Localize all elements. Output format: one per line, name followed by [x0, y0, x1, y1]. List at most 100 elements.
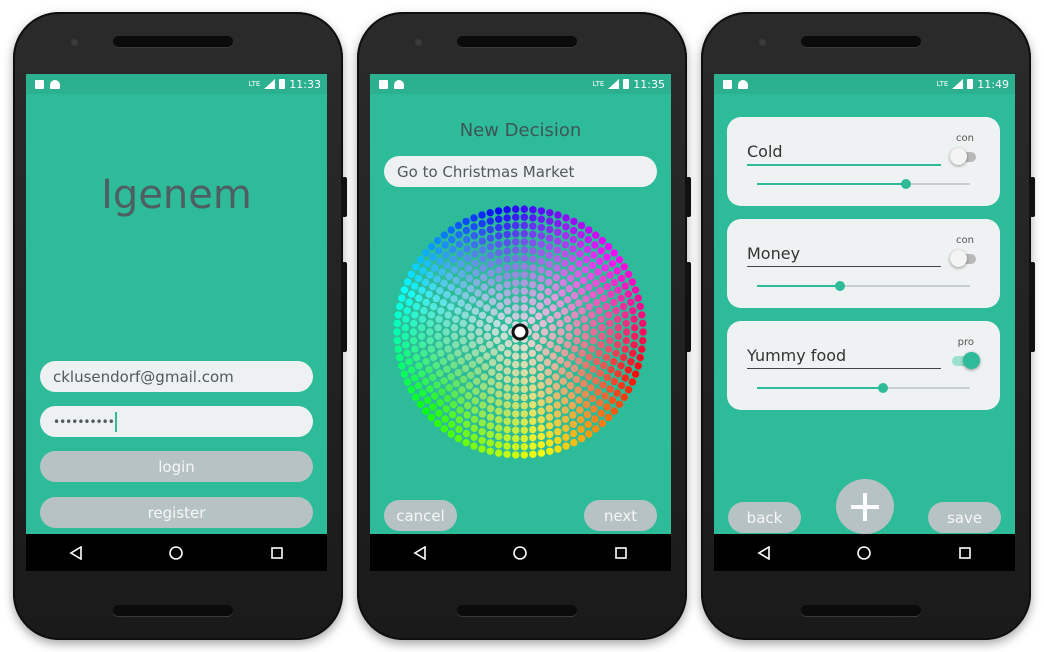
- color-swatch[interactable]: [539, 336, 547, 345]
- color-swatch[interactable]: [486, 439, 494, 447]
- color-swatch[interactable]: [440, 425, 448, 433]
- color-swatch[interactable]: [592, 377, 600, 385]
- color-swatch[interactable]: [495, 372, 503, 381]
- color-swatch[interactable]: [537, 372, 545, 381]
- color-swatch[interactable]: [543, 297, 552, 306]
- color-swatch[interactable]: [443, 336, 451, 345]
- color-swatch[interactable]: [462, 438, 470, 447]
- color-swatch[interactable]: [488, 297, 497, 306]
- color-swatch[interactable]: [536, 292, 545, 301]
- color-swatch[interactable]: [454, 368, 462, 377]
- color-swatch[interactable]: [569, 236, 577, 244]
- color-swatch[interactable]: [450, 361, 458, 369]
- color-swatch[interactable]: [421, 278, 430, 287]
- color-swatch[interactable]: [554, 428, 562, 436]
- cancel-button[interactable]: cancel: [384, 500, 457, 531]
- color-swatch[interactable]: [463, 236, 471, 244]
- color-swatch[interactable]: [497, 344, 505, 352]
- color-swatch[interactable]: [456, 406, 464, 414]
- color-swatch[interactable]: [493, 319, 501, 328]
- color-swatch[interactable]: [458, 386, 466, 394]
- color-swatch[interactable]: [606, 271, 614, 279]
- color-swatch[interactable]: [487, 396, 495, 404]
- color-swatch[interactable]: [590, 328, 598, 336]
- color-swatch[interactable]: [520, 312, 528, 320]
- color-swatch[interactable]: [630, 315, 638, 323]
- color-swatch[interactable]: [571, 345, 579, 353]
- color-swatch[interactable]: [512, 434, 520, 443]
- color-swatch[interactable]: [588, 345, 596, 353]
- color-swatch[interactable]: [503, 375, 511, 384]
- color-swatch[interactable]: [627, 298, 635, 306]
- color-swatch[interactable]: [503, 358, 512, 366]
- color-swatch[interactable]: [490, 308, 498, 316]
- color-swatch[interactable]: [512, 246, 520, 254]
- color-swatch[interactable]: [486, 422, 495, 430]
- color-swatch[interactable]: [610, 249, 618, 257]
- color-swatch[interactable]: [537, 381, 545, 390]
- color-swatch[interactable]: [459, 280, 468, 289]
- color-swatch[interactable]: [464, 303, 472, 311]
- color-swatch[interactable]: [467, 285, 475, 293]
- color-swatch[interactable]: [615, 256, 624, 264]
- color-swatch[interactable]: [553, 401, 561, 409]
- color-swatch[interactable]: [503, 247, 511, 255]
- color-swatch[interactable]: [606, 385, 614, 393]
- color-swatch[interactable]: [512, 369, 520, 377]
- color-swatch[interactable]: [422, 298, 430, 307]
- color-swatch[interactable]: [419, 267, 427, 275]
- color-swatch[interactable]: [545, 251, 554, 260]
- color-swatch[interactable]: [457, 357, 465, 365]
- color-swatch[interactable]: [554, 237, 562, 245]
- color-swatch[interactable]: [448, 235, 456, 244]
- color-swatch[interactable]: [468, 296, 477, 304]
- color-swatch[interactable]: [595, 307, 603, 315]
- color-swatch[interactable]: [569, 429, 578, 438]
- color-swatch[interactable]: [573, 319, 581, 328]
- color-swatch[interactable]: [606, 319, 614, 328]
- decision-title-input[interactable]: Go to Christmas Market: [384, 156, 657, 187]
- color-swatch[interactable]: [427, 242, 436, 251]
- color-swatch[interactable]: [393, 319, 401, 328]
- weight-slider[interactable]: [757, 281, 970, 291]
- color-swatch[interactable]: [487, 378, 495, 386]
- pro-con-toggle[interactable]: [950, 250, 976, 267]
- color-swatch[interactable]: [497, 312, 505, 320]
- color-swatch[interactable]: [512, 426, 520, 434]
- color-swatch[interactable]: [436, 369, 444, 377]
- color-swatch[interactable]: [418, 315, 427, 323]
- color-swatch[interactable]: [503, 425, 511, 434]
- color-swatch[interactable]: [394, 311, 402, 319]
- color-swatch[interactable]: [619, 302, 628, 311]
- color-swatch[interactable]: [537, 223, 545, 232]
- color-swatch[interactable]: [556, 336, 564, 345]
- color-swatch[interactable]: [418, 286, 426, 294]
- color-swatch[interactable]: [471, 307, 480, 315]
- color-swatch[interactable]: [529, 375, 537, 384]
- color-swatch[interactable]: [572, 375, 581, 384]
- color-swatch[interactable]: [583, 245, 592, 254]
- color-swatch[interactable]: [529, 264, 537, 272]
- color-swatch[interactable]: [467, 324, 475, 332]
- color-swatch[interactable]: [434, 419, 442, 428]
- color-swatch[interactable]: [422, 357, 430, 366]
- color-swatch[interactable]: [628, 278, 637, 286]
- color-swatch[interactable]: [573, 328, 582, 336]
- color-swatch[interactable]: [565, 324, 573, 332]
- color-swatch[interactable]: [412, 263, 420, 271]
- color-swatch[interactable]: [571, 311, 579, 319]
- color-swatch[interactable]: [598, 332, 606, 340]
- color-swatch[interactable]: [545, 422, 554, 430]
- color-swatch[interactable]: [529, 247, 537, 255]
- color-swatch[interactable]: [596, 399, 604, 407]
- color-swatch[interactable]: [494, 449, 503, 457]
- color-swatch[interactable]: [529, 442, 537, 450]
- color-swatch[interactable]: [607, 290, 615, 298]
- color-swatch[interactable]: [545, 404, 554, 413]
- color-swatch[interactable]: [537, 207, 546, 215]
- color-swatch[interactable]: [529, 417, 537, 425]
- color-swatch[interactable]: [592, 425, 600, 433]
- color-swatch[interactable]: [451, 266, 459, 274]
- color-swatch[interactable]: [613, 267, 621, 275]
- color-swatch[interactable]: [561, 397, 569, 405]
